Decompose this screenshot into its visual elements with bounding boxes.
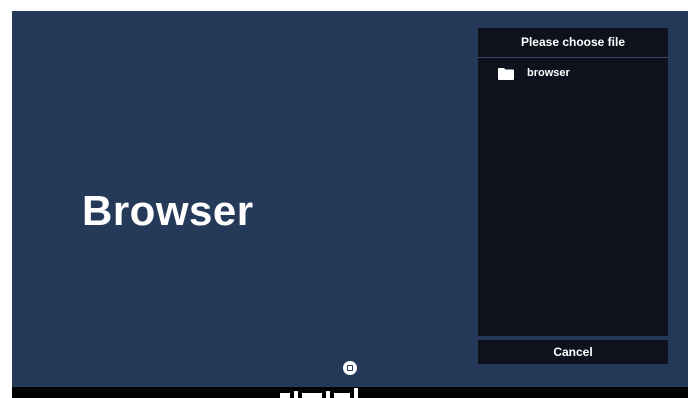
- file-item-label: browser: [527, 67, 570, 79]
- app-title: Browser: [82, 187, 254, 234]
- bottom-bar: [12, 387, 688, 398]
- file-chooser-dialog: Please choose file browser: [478, 28, 668, 336]
- file-list: browser: [478, 58, 668, 88]
- cancel-button[interactable]: Cancel: [478, 340, 668, 364]
- home-icon-inner: [347, 365, 353, 371]
- folder-icon: [498, 67, 514, 80]
- file-item-browser[interactable]: browser: [478, 58, 668, 88]
- app-screen: Browser Please choose file browser Cance…: [12, 11, 688, 387]
- dialog-title: Please choose file: [478, 28, 668, 58]
- bottom-bar-clipped-text: [280, 387, 430, 398]
- home-icon[interactable]: [343, 361, 357, 375]
